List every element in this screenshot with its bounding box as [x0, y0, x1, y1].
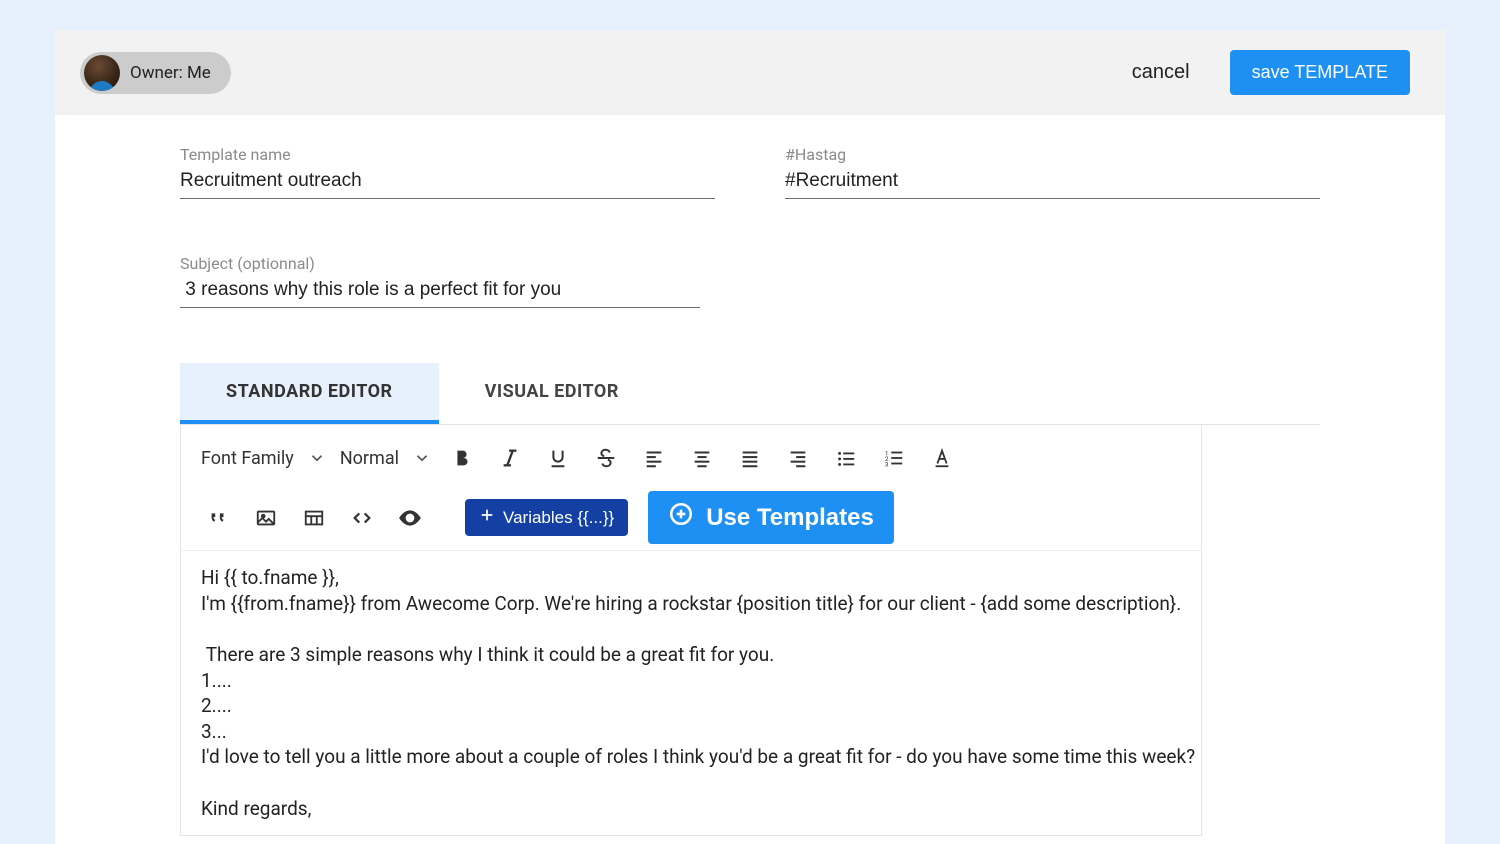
underline-icon[interactable] — [535, 439, 581, 477]
image-icon[interactable] — [243, 499, 289, 537]
owner-label: Owner: Me — [130, 63, 211, 83]
chevron-down-icon — [413, 449, 431, 467]
tab-standard-editor[interactable]: STANDARD EDITOR — [180, 363, 439, 424]
hashtag-input[interactable] — [785, 168, 1320, 199]
plus-icon — [479, 507, 495, 528]
blockquote-icon[interactable] — [195, 499, 241, 537]
editor-body[interactable]: Hi {{ to.fname }}, I'm {{from.fname}} fr… — [181, 551, 1319, 835]
editor-wrap: Font Family Normal — [180, 425, 1320, 836]
align-justify-icon[interactable] — [727, 439, 773, 477]
field-row-2: Subject (optionnal) — [180, 254, 1320, 308]
editor-tabs: STANDARD EDITOR VISUAL EDITOR — [180, 363, 1320, 425]
subject-input[interactable] — [180, 277, 700, 308]
use-templates-button[interactable]: Use Templates — [648, 491, 894, 544]
template-name-field: Template name — [180, 145, 715, 199]
bold-icon[interactable] — [439, 439, 485, 477]
variables-label: Variables {{...}} — [503, 508, 614, 528]
plus-circle-icon — [668, 501, 694, 534]
use-templates-label: Use Templates — [706, 504, 874, 532]
hashtag-field: #Hastag — [785, 145, 1320, 199]
editor-shell: Font Family Normal — [180, 425, 1320, 836]
subject-field: Subject (optionnal) — [180, 254, 700, 308]
align-left-icon[interactable] — [631, 439, 677, 477]
editor-card: Owner: Me cancel save TEMPLATE Template … — [55, 30, 1445, 844]
align-center-icon[interactable] — [679, 439, 725, 477]
text-color-icon[interactable] — [919, 439, 965, 477]
numbered-list-icon[interactable]: 123 — [871, 439, 917, 477]
table-icon[interactable] — [291, 499, 337, 537]
template-name-label: Template name — [180, 145, 715, 164]
code-icon[interactable] — [339, 499, 385, 537]
strikethrough-icon[interactable] — [583, 439, 629, 477]
font-size-label: Normal — [340, 448, 399, 469]
subject-label: Subject (optionnal) — [180, 254, 700, 273]
form-area: Template name #Hastag Subject (optionnal… — [55, 115, 1445, 836]
page: Owner: Me cancel save TEMPLATE Template … — [0, 0, 1500, 844]
font-family-label: Font Family — [201, 448, 294, 469]
avatar — [84, 55, 120, 91]
bullet-list-icon[interactable] — [823, 439, 869, 477]
chevron-down-icon — [308, 449, 326, 467]
preview-icon[interactable] — [387, 499, 433, 537]
owner-chip[interactable]: Owner: Me — [80, 52, 231, 94]
font-family-dropdown[interactable]: Font Family — [195, 439, 332, 477]
template-name-input[interactable] — [180, 168, 715, 199]
field-row-1: Template name #Hastag — [180, 145, 1320, 199]
italic-icon[interactable] — [487, 439, 533, 477]
toolbar-row-2: Variables {{...}} Use Templates — [195, 491, 1305, 544]
align-right-icon[interactable] — [775, 439, 821, 477]
toolbar: Font Family Normal — [181, 425, 1319, 551]
svg-text:3: 3 — [885, 460, 889, 468]
cancel-button[interactable]: cancel — [1132, 61, 1190, 84]
topbar: Owner: Me cancel save TEMPLATE — [55, 30, 1445, 115]
save-template-button[interactable]: save TEMPLATE — [1230, 50, 1410, 95]
variables-button[interactable]: Variables {{...}} — [465, 499, 628, 536]
hashtag-label: #Hastag — [785, 145, 1320, 164]
font-size-dropdown[interactable]: Normal — [334, 439, 437, 477]
tab-visual-editor[interactable]: VISUAL EDITOR — [439, 363, 665, 424]
right-panel — [1201, 425, 1321, 836]
